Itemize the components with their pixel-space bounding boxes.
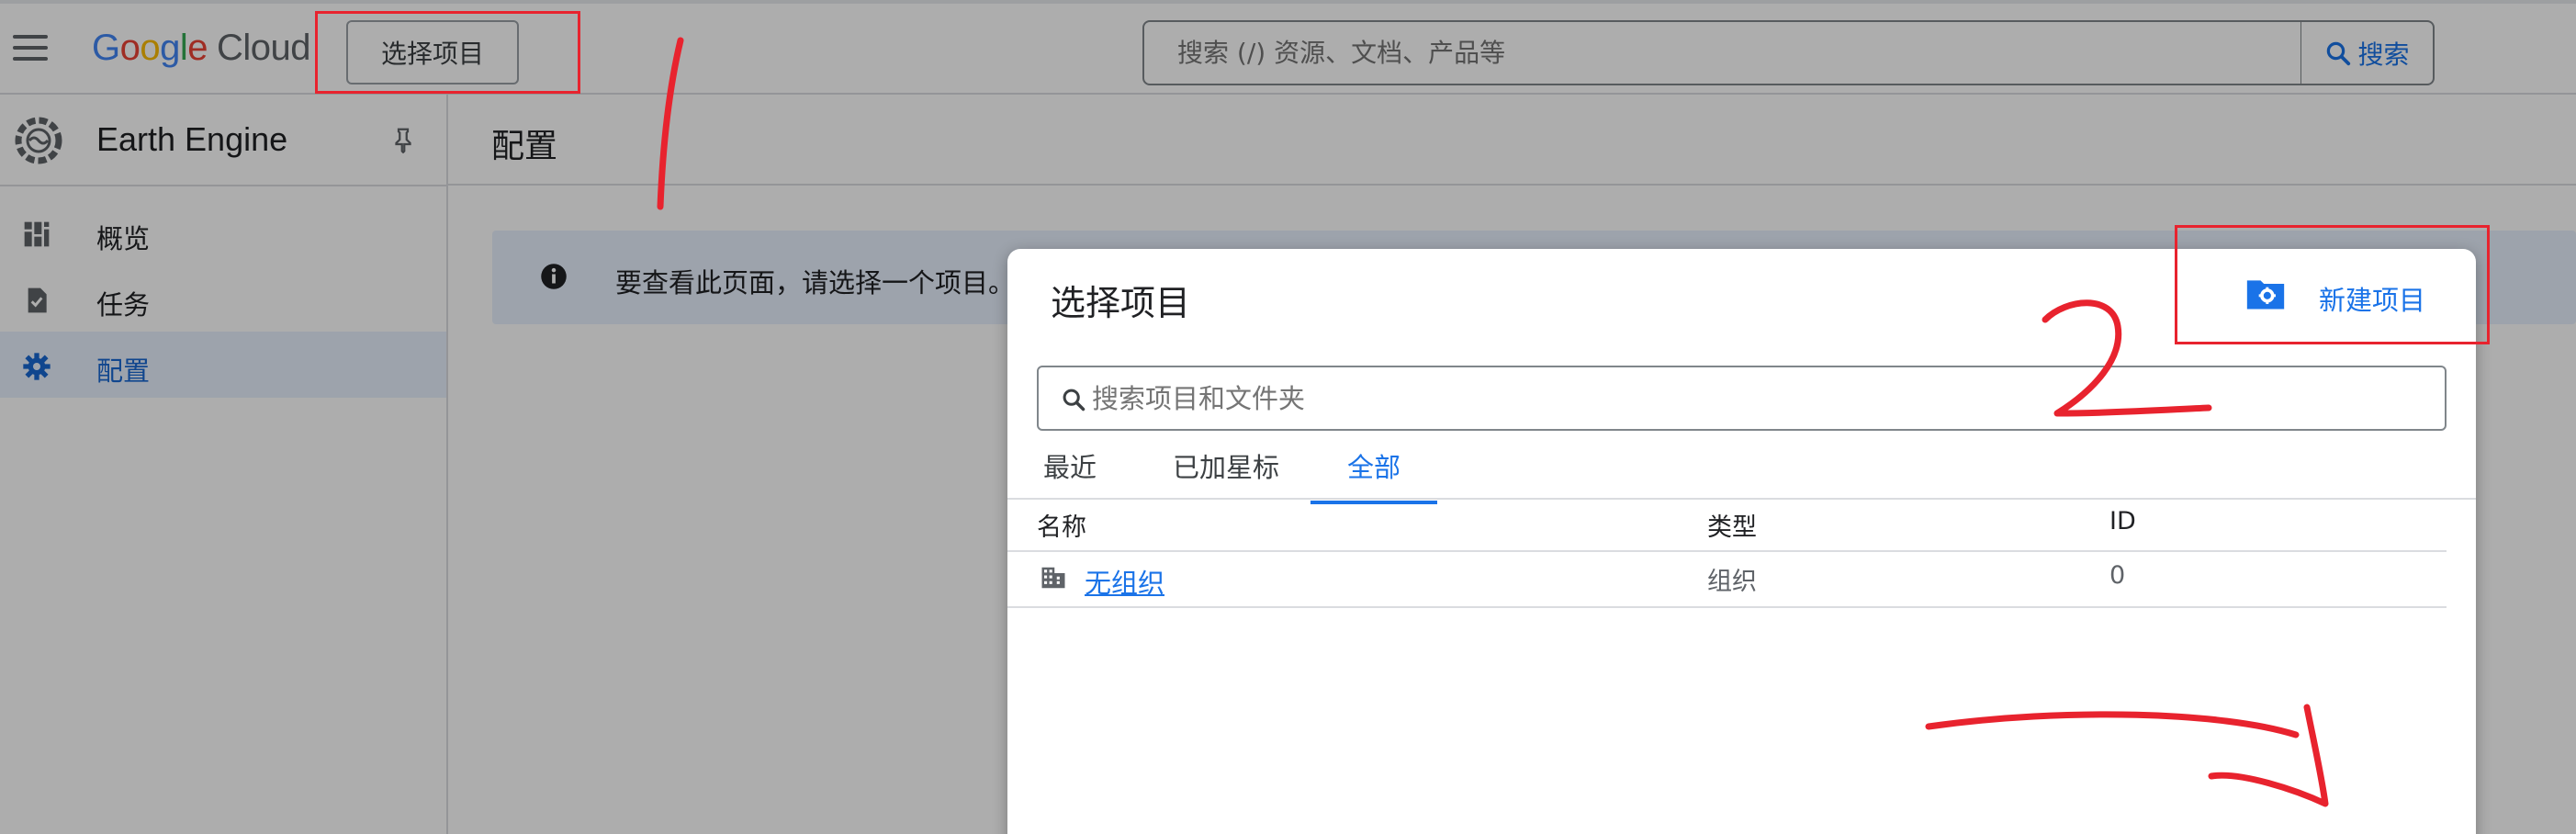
new-folder-icon (2246, 280, 2285, 310)
project-search-field[interactable] (1037, 366, 2447, 431)
row-divider (1007, 606, 2447, 608)
organization-icon (1041, 567, 1065, 589)
project-search-input[interactable] (1092, 367, 2424, 429)
select-project-dialog: 选择项目 新建项目 最近 已加星标 全部 名称 类型 ID 无组织 组织 0 (1007, 249, 2476, 834)
row-id: 0 (2109, 561, 2126, 590)
organization-link[interactable]: 无组织 (1085, 562, 1164, 601)
column-header-type[interactable]: 类型 (1707, 507, 1757, 543)
tab-starred[interactable]: 已加星标 (1165, 445, 1287, 504)
column-header-name[interactable]: 名称 (1037, 507, 1086, 543)
tabs-divider (1007, 498, 2476, 500)
search-icon (1063, 389, 1086, 411)
row-type: 组织 (1707, 568, 1757, 596)
header-divider (1007, 550, 2447, 552)
new-project-button[interactable]: 新建项目 (2245, 276, 2425, 316)
dialog-title: 选择项目 (1051, 283, 1191, 323)
new-project-label: 新建项目 (2319, 285, 2426, 316)
tab-recent[interactable]: 最近 (1036, 445, 1104, 504)
column-header-id[interactable]: ID (2109, 507, 2136, 535)
tab-all[interactable]: 全部 (1310, 445, 1437, 504)
